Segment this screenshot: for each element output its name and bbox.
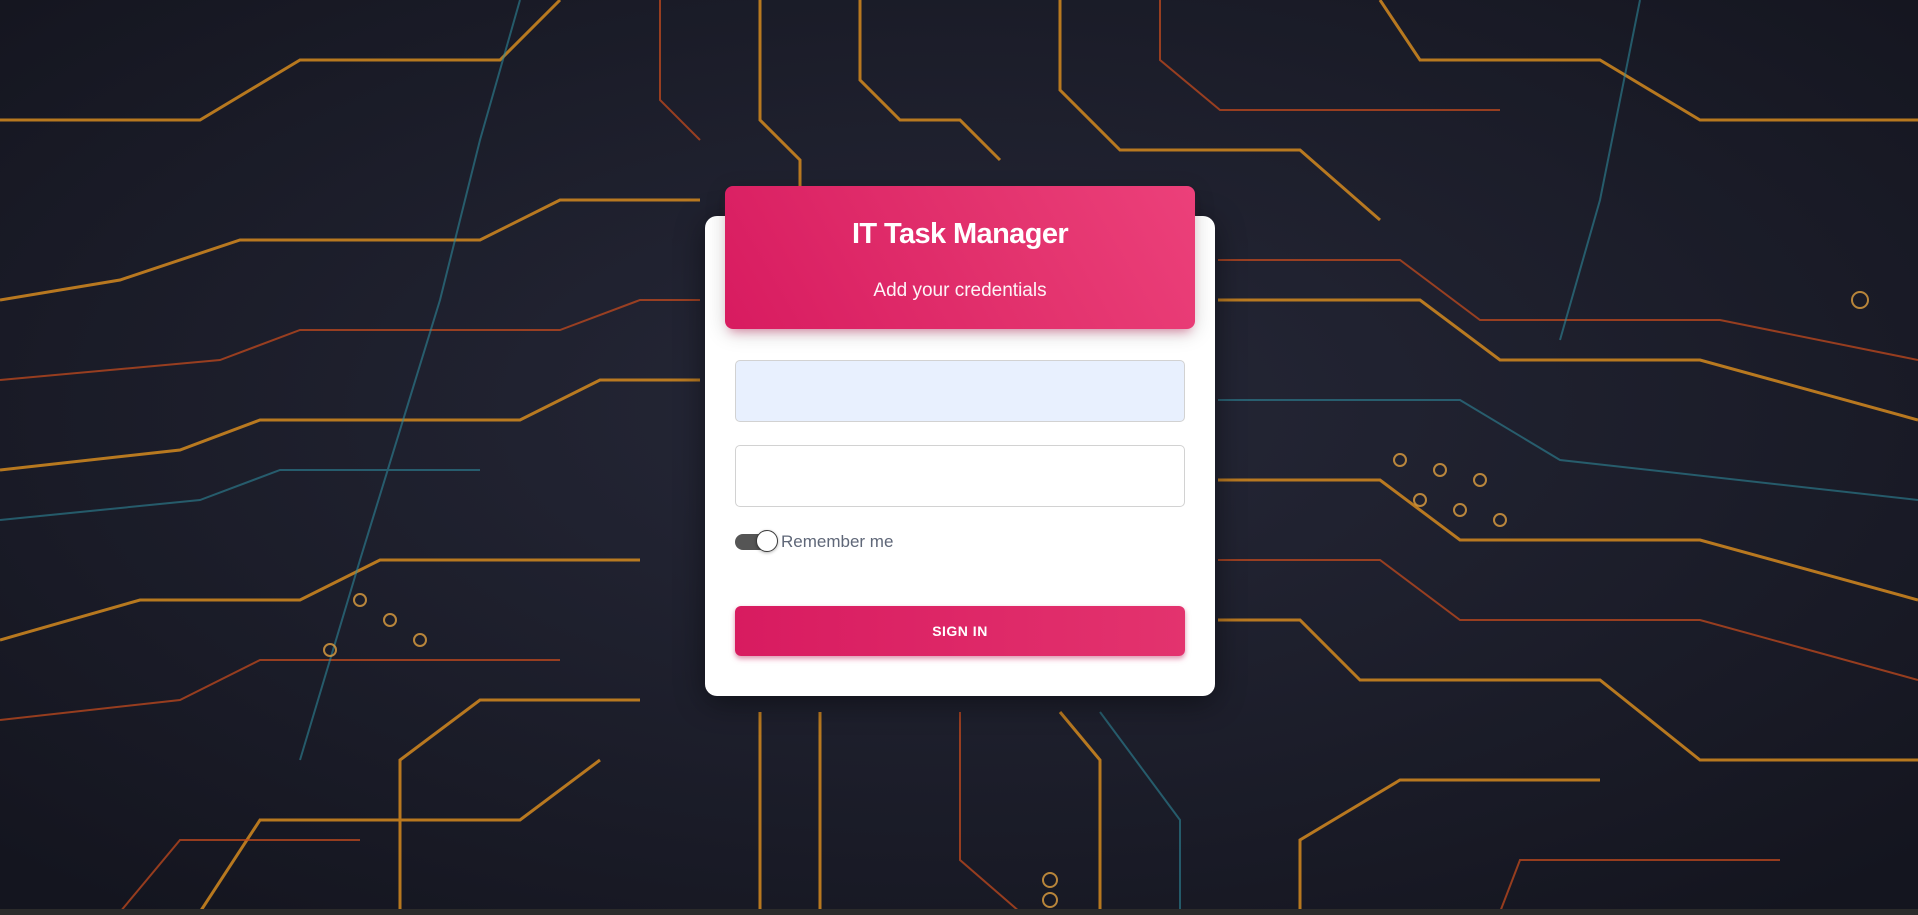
password-field[interactable] xyxy=(735,445,1185,507)
login-page: IT Task Manager Add your credentials Rem… xyxy=(0,0,1918,915)
bottom-strip xyxy=(0,909,1918,915)
remember-me-toggle[interactable] xyxy=(735,530,779,553)
page-title: IT Task Manager xyxy=(851,218,1069,250)
sign-in-button[interactable]: SIGN IN xyxy=(735,606,1185,656)
remember-me-label[interactable]: Remember me xyxy=(781,532,893,552)
page-subtitle: Add your credentials xyxy=(873,280,1047,301)
username-field[interactable] xyxy=(735,360,1185,422)
toggle-knob xyxy=(756,530,778,552)
remember-me-row: Remember me xyxy=(735,529,893,555)
login-card-header: IT Task Manager Add your credentials xyxy=(725,186,1195,329)
